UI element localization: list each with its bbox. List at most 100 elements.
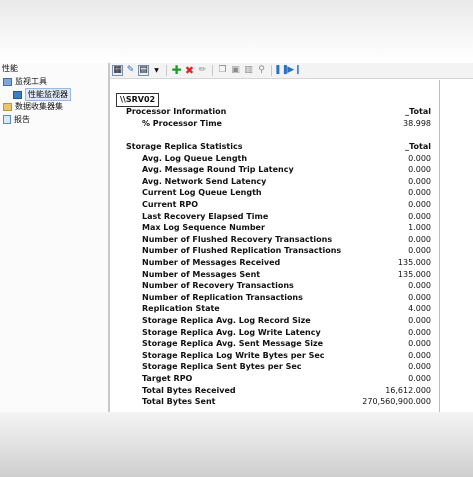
tree-item-monitor-tools[interactable]: 监视工具 <box>3 76 47 87</box>
toolbar-separator <box>212 65 213 76</box>
freeze-icon[interactable]: ✎ <box>125 65 136 76</box>
counter-value: 0.000 <box>408 153 431 163</box>
toolbar: ▦ ✎ ▤ ▼ ✚ ✖ ✏ ❐ ▣ ▥ ⚲ ❚❚ ▶❙ <box>110 63 473 79</box>
section-header: Storage Replica Statistics _Total <box>110 141 439 153</box>
counter-row[interactable]: Max Log Sequence Number 1.000 <box>110 222 439 234</box>
counter-name: Total Bytes Sent <box>142 397 216 407</box>
counter-row[interactable]: Replication State 4.000 <box>110 303 439 315</box>
counter-value: 0.000 <box>408 200 431 209</box>
counter-row[interactable]: Storage Replica Sent Bytes per Sec 0.000 <box>110 361 439 373</box>
counter-value: 270,560,900.000 <box>362 397 431 407</box>
counter-value: 4.000 <box>408 304 431 314</box>
window-top-edge <box>0 0 473 62</box>
counter-row[interactable]: Storage Replica Avg. Log Record Size 0.00… <box>110 315 439 327</box>
tree-item-label: 报告 <box>14 115 30 124</box>
counter-name: Avg. Log Queue Length <box>142 153 248 163</box>
tree-item-reports[interactable]: 报告 <box>3 114 30 125</box>
counter-name: Storage Replica Log Write Bytes per Sec <box>142 350 325 360</box>
counter-row[interactable]: Total Bytes Sent 270,560,900.000 <box>110 396 439 408</box>
counter-value: 16,612.000 <box>385 385 431 395</box>
counter-row[interactable]: Current Log Queue Length 0.000 <box>110 187 439 199</box>
counter-row[interactable]: Number of Messages Received 135.000 <box>110 257 439 269</box>
counter-row[interactable]: Number of Flushed Replication Transactio… <box>110 245 439 257</box>
window-bottom-edge <box>0 412 473 477</box>
counter-name: Current RPO <box>142 200 199 209</box>
counter-value: 0.000 <box>408 234 431 244</box>
pause-icon[interactable]: ❚❚ <box>274 65 289 76</box>
counter-name: Number of Flushed Recovery Transactions <box>142 234 333 244</box>
counter-value: 0.000 <box>408 316 431 325</box>
counter-row[interactable]: Avg. Message Round Trip Latency 0.000 <box>110 164 439 176</box>
counter-value: 0.000 <box>408 281 431 291</box>
tree-item-performance-monitor[interactable]: 性能监视器 <box>13 88 71 101</box>
counter-row[interactable]: Number of Flushed Recovery Transactions 0… <box>110 234 439 246</box>
counter-name: Storage Replica Sent Bytes per Sec <box>142 362 302 372</box>
counter-value: 0.000 <box>408 165 431 175</box>
counter-value: 0.000 <box>408 327 431 337</box>
counter-value: 135.000 <box>397 269 431 279</box>
counter-name: Max Log Sequence Number <box>142 223 265 233</box>
tree-item-label: 性能监视器 <box>25 88 71 101</box>
counter-name: Number of Recovery Transactions <box>142 281 294 291</box>
counter-name: Replication State <box>142 304 220 314</box>
paste-counter-list-icon[interactable]: ▣ <box>230 65 241 76</box>
tree-item-performance[interactable]: 性能 <box>2 63 18 74</box>
change-graph-type-icon[interactable]: ▤ <box>138 65 149 76</box>
counter-row[interactable]: Total Bytes Received 16,612.000 <box>110 385 439 397</box>
counter-row[interactable]: Last Recovery Elapsed Time 0.000 <box>110 211 439 223</box>
tree-item-label: 数据收集器集 <box>15 102 63 111</box>
object-name: Storage Replica Statistics <box>126 142 243 151</box>
counter-name: Number of Flushed Replication Transactio… <box>142 246 342 256</box>
counter-row[interactable]: Avg. Log Queue Length 0.000 <box>110 153 439 165</box>
copy-properties-icon[interactable]: ❐ <box>217 65 228 76</box>
counter-value: 0.000 <box>408 339 431 349</box>
counter-row[interactable]: Avg. Network Send Latency 0.000 <box>110 176 439 188</box>
counter-value: 38.998 <box>403 118 431 128</box>
instance-name: _Total <box>405 142 431 151</box>
monitor-tools-icon <box>3 77 12 86</box>
section-header: Processor Information _Total <box>110 106 439 118</box>
counter-name: Number of Messages Received <box>142 258 281 267</box>
counter-row[interactable]: Storage Replica Avg. Sent Message Size 0.… <box>110 338 439 350</box>
navigation-tree: 性能 监视工具 性能监视器 数据收集器集 报告 <box>0 63 108 412</box>
server-name: \\SRV02 <box>116 93 160 107</box>
counter-row[interactable]: Storage Replica Avg. Log Write Latency 0.… <box>110 327 439 339</box>
tree-item-label: 性能 <box>2 64 18 73</box>
delete-counter-icon[interactable]: ✖ <box>184 65 195 76</box>
counter-row[interactable]: Current RPO 0.000 <box>110 199 439 211</box>
counter-value: 0.000 <box>408 362 431 372</box>
reports-icon <box>3 115 11 124</box>
data-collector-sets-icon <box>3 102 12 111</box>
window-right-margin <box>440 80 473 412</box>
performance-monitor-icon <box>13 90 22 99</box>
counter-row[interactable]: Number of Recovery Transactions 0.000 <box>110 280 439 292</box>
counter-value: 0.000 <box>408 176 431 186</box>
counter-name: Number of Messages Sent <box>142 269 261 279</box>
tree-item-data-collector-sets[interactable]: 数据收集器集 <box>3 101 63 112</box>
counter-name: Avg. Network Send Latency <box>142 176 267 186</box>
counter-name: % Processor Time <box>142 118 222 128</box>
add-counter-icon[interactable]: ✚ <box>171 64 182 76</box>
counter-name: Total Bytes Received <box>142 385 236 395</box>
counter-row[interactable]: Storage Replica Log Write Bytes per Sec 0… <box>110 350 439 362</box>
counter-row[interactable]: Target RPO 0.000 <box>110 373 439 385</box>
counter-row[interactable]: Number of Replication Transactions 0.000 <box>110 292 439 304</box>
counter-value: 135.000 <box>397 258 431 267</box>
counter-value: 0.000 <box>408 246 431 256</box>
counter-name: Target RPO <box>142 374 193 383</box>
zoom-icon[interactable]: ⚲ <box>256 65 267 76</box>
highlight-icon[interactable]: ✏ <box>197 65 208 76</box>
counter-row[interactable]: % Processor Time 38.998 <box>110 118 439 130</box>
counter-name: Number of Replication Transactions <box>142 292 303 302</box>
chevron-down-icon[interactable]: ▼ <box>151 65 162 76</box>
toolbar-separator <box>271 65 272 76</box>
next-frame-icon[interactable]: ▶❙ <box>287 65 301 76</box>
counter-name: Storage Replica Avg. Log Write Latency <box>142 327 321 337</box>
properties-icon[interactable]: ▥ <box>243 65 254 76</box>
counter-row[interactable]: Number of Messages Sent 135.000 <box>110 269 439 281</box>
counter-name: Last Recovery Elapsed Time <box>142 211 269 221</box>
view-graph-icon[interactable]: ▦ <box>112 65 123 76</box>
counter-value: 0.000 <box>408 350 431 360</box>
counter-name: Avg. Message Round Trip Latency <box>142 165 294 175</box>
toolbar-separator <box>166 65 167 76</box>
